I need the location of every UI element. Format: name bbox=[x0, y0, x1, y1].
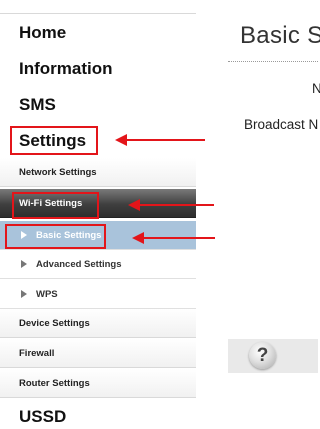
sidebar-item-home[interactable]: Home bbox=[19, 21, 66, 45]
sidebar-item-label: WPS bbox=[36, 289, 58, 300]
sidebar-item-settings[interactable]: Settings bbox=[19, 129, 86, 153]
sidebar-item-router-settings[interactable]: Router Settings bbox=[0, 369, 196, 398]
sidebar-item-network-settings[interactable]: Network Settings bbox=[0, 158, 196, 187]
title-divider bbox=[228, 61, 318, 62]
sidebar-item-device-settings[interactable]: Device Settings bbox=[0, 309, 196, 338]
sidebar-item-sms[interactable]: SMS bbox=[19, 93, 56, 117]
sidebar-item-ussd[interactable]: USSD bbox=[19, 405, 66, 429]
sidebar-item-label: Basic Settings bbox=[36, 230, 102, 241]
sidebar-item-firewall[interactable]: Firewall bbox=[0, 339, 196, 368]
sidebar: Home Information SMS Settings Network Se… bbox=[0, 0, 196, 429]
sidebar-top-divider bbox=[0, 13, 196, 14]
sidebar-item-information[interactable]: Information bbox=[19, 57, 113, 81]
page-title: Basic S bbox=[240, 22, 320, 49]
sidebar-item-label: Advanced Settings bbox=[36, 259, 122, 270]
field-label-name: N bbox=[312, 81, 320, 96]
help-icon[interactable]: ? bbox=[249, 342, 276, 369]
sidebar-item-advanced-settings[interactable]: Advanced Settings bbox=[0, 250, 196, 279]
sidebar-item-wps[interactable]: WPS bbox=[0, 280, 196, 309]
field-label-broadcast: Broadcast N bbox=[244, 117, 319, 132]
sidebar-item-basic-settings[interactable]: Basic Settings bbox=[0, 221, 196, 250]
expand-triangle-icon bbox=[21, 290, 27, 298]
expand-triangle-icon bbox=[21, 260, 27, 268]
expand-triangle-icon bbox=[21, 231, 27, 239]
